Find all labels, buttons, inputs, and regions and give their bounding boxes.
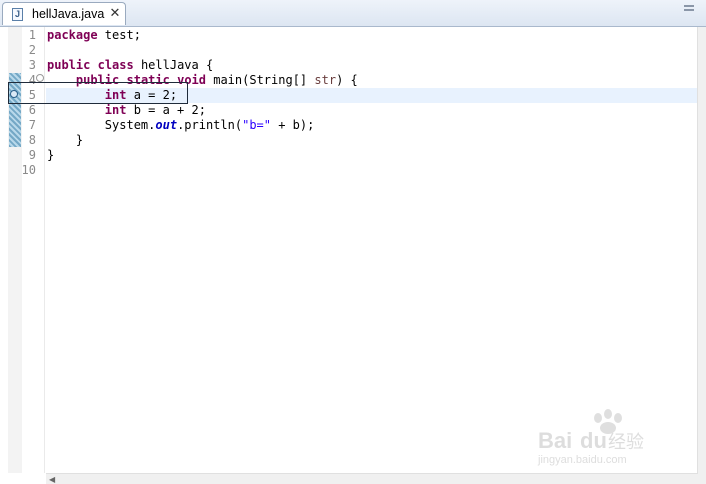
tab-helljava[interactable]: J hellJava.java ✕ xyxy=(2,2,126,25)
code-line-7: System.out.println("b=" + b); xyxy=(104,118,315,132)
line-number: 3 xyxy=(28,58,36,72)
code-line-8: } xyxy=(47,133,84,147)
line-number: 6 xyxy=(28,103,36,117)
tab-title: hellJava.java xyxy=(32,7,105,21)
code-line-6: int b = a + 2; xyxy=(104,103,206,117)
annotation-callout-box xyxy=(8,82,188,104)
vertical-scrollbar[interactable] xyxy=(697,27,706,484)
code-editor[interactable]: 1 2 3 4 5 6 7 8 9 10 package test; publi… xyxy=(0,27,706,484)
horizontal-scrollbar[interactable]: ◀ xyxy=(46,473,698,484)
line-number: 10 xyxy=(21,163,36,177)
minimize-icon[interactable] xyxy=(684,5,694,15)
line-number: 9 xyxy=(28,148,36,162)
java-file-icon: J xyxy=(12,8,23,21)
line-number: 2 xyxy=(28,43,36,57)
close-icon[interactable]: ✕ xyxy=(108,5,122,21)
line-number: 1 xyxy=(28,28,36,42)
code-line-1: package test; xyxy=(47,28,141,42)
line-number: 8 xyxy=(28,133,36,147)
scroll-left-icon[interactable]: ◀ xyxy=(49,475,55,484)
line-number: 7 xyxy=(28,118,36,132)
editor-tab-bar: J hellJava.java ✕ xyxy=(0,0,706,27)
code-line-3: public class hellJava { xyxy=(47,58,214,72)
fold-collapse-icon[interactable] xyxy=(36,74,44,82)
code-line-9: } xyxy=(47,148,55,162)
